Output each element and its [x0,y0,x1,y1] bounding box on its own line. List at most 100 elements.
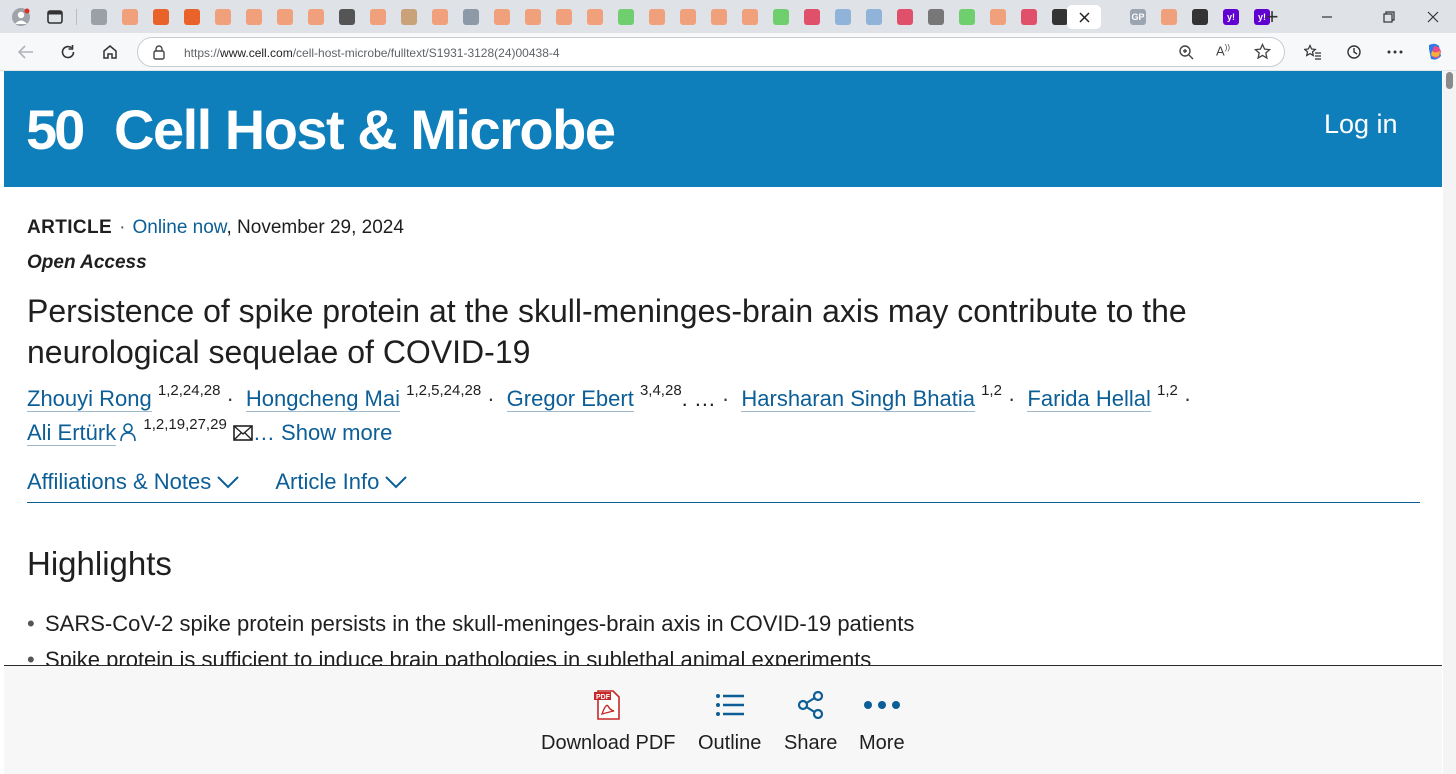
browser-tab[interactable] [706,5,732,29]
author-affiliation: 1,2 [981,382,1002,399]
author-ellipsis: … [693,386,716,411]
chevron-down-icon [217,476,239,489]
highlight-item: • SARS-CoV-2 spike protein persists in th… [27,611,915,636]
minimize-button[interactable] [1314,5,1340,29]
author-link[interactable]: Farida Hellal [1027,386,1151,412]
browser-tab[interactable] [458,5,484,29]
bookmark-orange-filled-icon [184,9,200,25]
article-type: ARTICLE [27,217,113,238]
browser-tab[interactable]: GP [1125,5,1151,29]
favorite-star-icon[interactable] [1253,42,1272,65]
list-icon [698,688,761,722]
author-link[interactable]: Hongcheng Mai [245,386,400,412]
browser-tab[interactable] [861,5,887,29]
browser-tab[interactable] [613,5,639,29]
browser-tab[interactable] [148,5,174,29]
browser-tab[interactable] [799,5,825,29]
publication-date: , November 29, 2024 [226,217,404,238]
author-list-continued: Ali Ertürk 1,2,19,27,29 … Show more [27,416,392,448]
copilot-icon[interactable] [1422,40,1448,64]
browser-tab[interactable] [582,5,608,29]
read-aloud-icon[interactable]: A)) [1216,43,1230,58]
bookmark-orange-icon [215,9,231,25]
browser-tab[interactable] [985,5,1011,29]
browser-tab[interactable] [923,5,949,29]
settings-more-icon[interactable] [1382,40,1408,64]
close-tab-icon[interactable] [1078,11,1090,23]
site-header: 50 Cell Host & Microbe Log in [4,71,1442,187]
browser-tab[interactable] [365,5,391,29]
tab-actions-icon[interactable] [42,5,68,29]
browser-tab[interactable] [117,5,143,29]
play-green-icon [773,9,789,25]
profile-avatar[interactable] [8,5,34,29]
zoom-icon[interactable] [1178,44,1194,65]
browser-tab[interactable] [427,5,453,29]
lock-icon[interactable] [152,44,166,65]
browser-tab[interactable] [737,5,763,29]
scrollbar-thumb[interactable] [1446,72,1453,89]
close-window-button[interactable] [1420,5,1446,29]
url-text[interactable]: https://www.cell.com/cell-host-microbe/f… [184,46,560,60]
address-bar[interactable]: https://www.cell.com/cell-host-microbe/f… [137,37,1285,67]
browser-tab[interactable] [644,5,670,29]
active-tab[interactable] [1067,5,1101,29]
back-button[interactable] [13,40,39,64]
browser-tab[interactable] [830,5,856,29]
browser-tab[interactable] [954,5,980,29]
browser-tab[interactable] [520,5,546,29]
page-scrollbar[interactable] [1443,71,1456,774]
browser-tab[interactable] [892,5,918,29]
history-icon[interactable] [1341,40,1367,64]
favorites-icon[interactable] [1300,40,1326,64]
tab-affiliations-notes[interactable]: Affiliations & Notes [27,469,239,495]
article-title: Persistence of spike protein at the skul… [27,293,1187,370]
tab-article-info[interactable]: Article Info [275,469,408,495]
author-link[interactable]: Zhouyi Rong [27,386,152,412]
highlights-heading: Highlights [27,545,172,582]
browser-tab[interactable] [551,5,577,29]
refresh-button[interactable] [55,40,81,64]
author-link[interactable]: Gregor Ebert [506,386,634,412]
browser-tab[interactable] [1016,5,1042,29]
restore-button[interactable] [1376,5,1402,29]
browser-tab[interactable] [334,5,360,29]
online-now-link[interactable]: Online now [132,217,226,238]
browser-tab[interactable] [303,5,329,29]
bookmark-orange-icon [680,9,696,25]
browser-tab[interactable] [675,5,701,29]
browser-tab[interactable] [489,5,515,29]
more-button[interactable]: More [859,688,905,755]
search-icon [866,9,882,25]
article-meta: ARTICLE · Online now, November 29, 2024 [27,217,404,238]
email-icon[interactable] [233,421,253,447]
new-tab-button[interactable]: + [1259,5,1285,29]
download-pdf-button[interactable]: PDF Download PDF [541,688,676,755]
login-link[interactable]: Log in [1324,109,1398,140]
share-button[interactable]: Share [784,688,837,755]
journal-brand[interactable]: Cell Host & Microbe [114,97,616,162]
author-link[interactable]: Harsharan Singh Bhatia [741,386,975,412]
bookmark-orange-icon [494,9,510,25]
browser-tab[interactable] [241,5,267,29]
share-icon [784,688,837,722]
browser-tab[interactable]: y! [1218,5,1244,29]
chevron-down-icon [385,476,408,489]
author-link[interactable]: Ali Ertürk [27,420,117,446]
outline-button[interactable]: Outline [698,688,761,755]
browser-tab[interactable] [272,5,298,29]
fifty-anniversary-logo[interactable]: 50 [26,98,102,161]
browser-tab-strip: GP y! y! + [0,0,1456,33]
browser-tab[interactable] [86,5,112,29]
browser-tab[interactable] [396,5,422,29]
home-button[interactable] [97,40,123,64]
browser-tab[interactable] [1156,5,1182,29]
bookmark-orange-icon [990,9,1006,25]
browser-tab[interactable] [179,5,205,29]
browser-tab[interactable] [1187,5,1213,29]
youtube-icon [1021,9,1037,25]
browser-tab[interactable] [210,5,236,29]
article-action-bar: PDF Download PDF Outline Share More [4,665,1442,774]
browser-tab[interactable] [768,5,794,29]
show-more-authors-link[interactable]: … Show more [253,420,392,445]
